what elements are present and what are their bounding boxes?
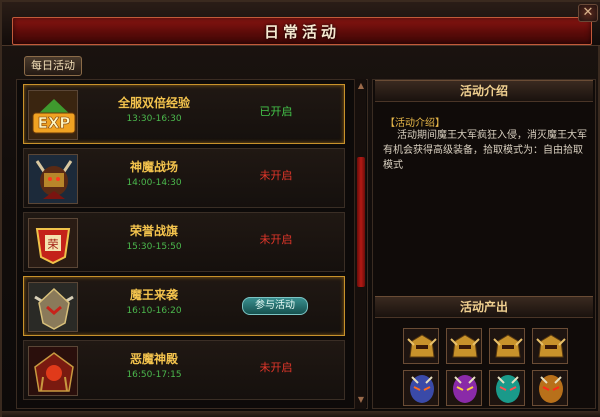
scroll-up-icon[interactable]: ▲ — [356, 81, 366, 91]
activity-window: 日常活动 ✕ 每日活动 EXP 全服双倍经验 13:30-16:30 已开启 神… — [0, 0, 600, 417]
activity-status: 未开启 — [259, 233, 293, 246]
teal-mask-icon — [496, 375, 520, 403]
activity-status: 未开启 — [259, 361, 293, 374]
tab-daily-activities[interactable]: 每日活动 — [24, 56, 82, 76]
close-icon: ✕ — [582, 5, 594, 20]
reward-slot[interactable] — [532, 370, 568, 406]
rewards-header: 活动产出 — [375, 296, 593, 318]
activity-list-scrollbar[interactable]: ▲ ▼ — [354, 79, 366, 409]
activity-row-god-demon-battlefield[interactable]: 神魔战场 14:00-14:30 未开启 — [23, 148, 345, 208]
activity-name: 荣誉战旗 — [129, 224, 178, 238]
blue-mask-icon — [410, 375, 434, 403]
reward-slot[interactable] — [489, 328, 525, 364]
orange-mask-icon — [539, 375, 563, 403]
gold-helmet-icon — [450, 334, 480, 358]
demon-temple-icon — [28, 346, 78, 396]
exp-icon: EXP — [28, 90, 78, 140]
activity-name: 全服双倍经验 — [117, 96, 190, 110]
reward-slot[interactable] — [446, 328, 482, 364]
honor-banner-icon: 荣 — [28, 218, 78, 268]
reward-slot[interactable] — [489, 370, 525, 406]
activity-name: 神魔战场 — [129, 160, 178, 174]
window-title: 日常活动 — [263, 23, 340, 41]
svg-text:荣: 荣 — [48, 238, 59, 251]
activity-time: 16:50-17:15 — [126, 370, 182, 380]
reward-slot[interactable] — [446, 370, 482, 406]
demon-warrior-icon — [28, 154, 78, 204]
gold-helmet-icon — [407, 334, 437, 358]
activity-time: 14:00-14:30 — [126, 178, 182, 188]
activity-name: 魔王来袭 — [129, 288, 178, 302]
scroll-down-icon[interactable]: ▼ — [356, 395, 366, 405]
purple-mask-icon — [453, 375, 477, 403]
close-button[interactable]: ✕ — [578, 4, 598, 22]
activity-name: 恶魔神殿 — [129, 352, 178, 366]
activity-row-demon-temple[interactable]: 恶魔神殿 16:50-17:15 未开启 — [23, 340, 345, 400]
bottom-frame — [2, 411, 600, 417]
gold-helmet-icon — [493, 334, 523, 358]
intro-body: 活动期间魔王大军疯狂入侵，消灭魔王大军有机会获得高级装备，拾取模式为：自由拾取模… — [383, 130, 587, 171]
activity-status: 未开启 — [259, 169, 293, 182]
join-activity-button[interactable]: 参与活动 — [242, 297, 308, 315]
activity-row-demon-king-raid[interactable]: 魔王来袭 16:10-16:20 参与活动 — [23, 276, 345, 336]
activity-row-double-exp[interactable]: EXP 全服双倍经验 13:30-16:30 已开启 — [23, 84, 345, 144]
detail-panel: 活动介绍 【活动介绍】 活动期间魔王大军疯狂入侵，消灭魔王大军有机会获得高级装备… — [372, 79, 596, 409]
svg-text:EXP: EXP — [38, 114, 71, 132]
demon-king-icon — [28, 282, 78, 332]
reward-slot[interactable] — [403, 328, 439, 364]
activity-time: 15:30-15:50 — [126, 242, 182, 252]
gold-helmet-icon — [536, 334, 566, 358]
intro-header: 活动介绍 — [375, 80, 593, 102]
reward-slot[interactable] — [532, 328, 568, 364]
activity-row-honor-banner[interactable]: 荣 荣誉战旗 15:30-15:50 未开启 — [23, 212, 345, 272]
intro-title: 【活动介绍】 — [385, 118, 445, 129]
activity-list: EXP 全服双倍经验 13:30-16:30 已开启 神魔战场 14:00-14 — [16, 79, 368, 409]
activity-status: 已开启 — [259, 105, 293, 118]
activity-time: 13:30-16:30 — [126, 114, 182, 124]
reward-slot[interactable] — [403, 370, 439, 406]
activity-time: 16:10-16:20 — [126, 306, 182, 316]
scroll-thumb[interactable] — [357, 157, 365, 287]
